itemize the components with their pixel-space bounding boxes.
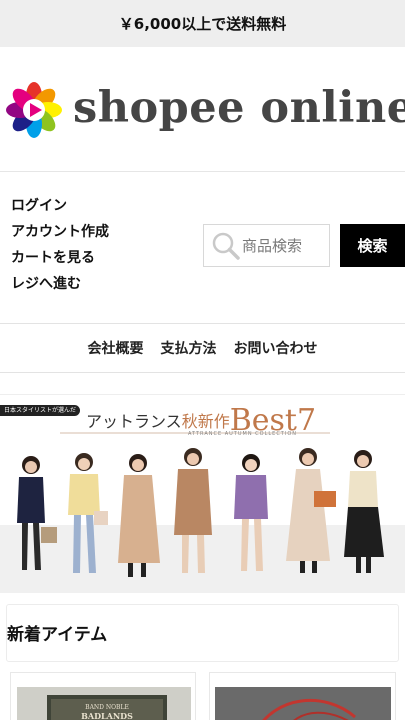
contact-link[interactable]: お問い合わせ (234, 338, 318, 358)
site-header: shopee online (0, 47, 405, 172)
banner-title-season: 秋新作 (181, 412, 230, 431)
banner-subtitle: ATTRANCE AUTUMN COLLECTION (188, 431, 298, 437)
product-thumbnail[interactable] (215, 687, 391, 720)
product-card[interactable] (209, 672, 396, 720)
product-image: BAND NOBLE BADLANDS (17, 687, 191, 720)
logo-icon[interactable] (4, 80, 64, 140)
company-info-link[interactable]: 会社概要 (88, 338, 144, 358)
search-button[interactable]: 検索 (340, 224, 405, 267)
magnifier-icon (212, 232, 240, 260)
info-nav: 会社概要 支払方法 お問い合わせ (0, 324, 405, 372)
search-form (203, 224, 330, 267)
product-image-text-2: BADLANDS (81, 711, 133, 720)
new-items-heading: 新着アイテム (7, 625, 108, 645)
banner-title-brand: アットランス (86, 412, 182, 431)
login-link[interactable]: ログイン (11, 193, 109, 219)
search-input[interactable] (242, 230, 326, 261)
checkout-link[interactable]: レジへ進む (11, 271, 109, 297)
product-card[interactable]: BAND NOBLE BADLANDS (10, 672, 196, 720)
free-shipping-banner: ￥6,000以上で送料無料 (0, 0, 405, 47)
product-image (215, 687, 391, 720)
product-thumbnail[interactable]: BAND NOBLE BADLANDS (17, 687, 191, 720)
payment-methods-link[interactable]: 支払方法 (161, 338, 217, 358)
view-cart-link[interactable]: カートを見る (11, 245, 109, 271)
announcement-text: ￥6,000以上で送料無料 (118, 15, 287, 33)
banner-tag: 日本スタイリストが選んだ (0, 405, 81, 416)
promo-banner[interactable]: 日本スタイリストが選んだ アットランス秋新作Best7 ATTRANCE AUT… (0, 394, 405, 593)
site-logo-text[interactable]: shopee online (73, 83, 405, 133)
create-account-link[interactable]: アカウント作成 (11, 219, 109, 245)
new-items-section: 新着アイテム (6, 604, 399, 662)
divider (0, 372, 405, 373)
product-image-text-1: BAND NOBLE (85, 704, 129, 711)
account-links: ログイン アカウント作成 カートを見る レジへ進む (11, 193, 109, 297)
